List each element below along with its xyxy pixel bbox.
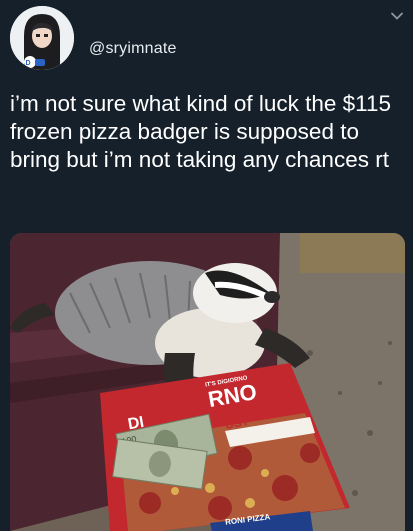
tweet-card: D @sryimnate i’m not sure what kind of l… [0, 0, 413, 531]
tweet-text: i’m not sure what kind of luck the $115 … [10, 91, 398, 172]
box-left-fragment: DI [126, 413, 146, 434]
svg-text:D: D [26, 60, 31, 67]
chevron-down-icon[interactable] [389, 8, 405, 24]
username[interactable]: @sryimnate [89, 40, 177, 58]
avatar-hooded-figure-icon: D [10, 6, 74, 70]
tweet-photo[interactable]: 100 IT'S DiGIORNO RNO DI UST RONI PIZZA [10, 233, 405, 531]
avatar[interactable]: D [10, 6, 74, 70]
